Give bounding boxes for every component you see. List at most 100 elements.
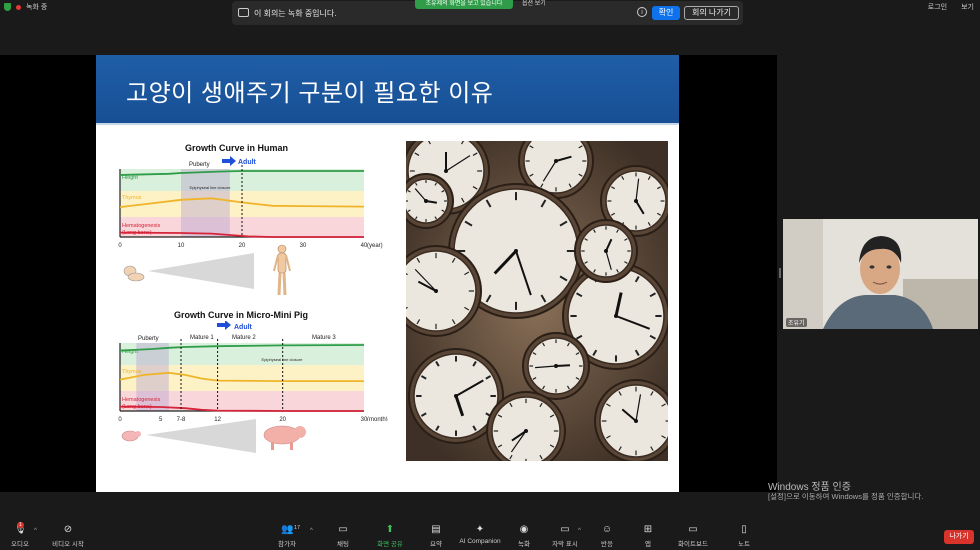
login-button[interactable]: 로그인: [928, 2, 947, 12]
share-screen-button[interactable]: ⬆ 화면 공유: [365, 524, 415, 548]
recording-dot-icon: [16, 4, 21, 10]
clock-face: [594, 379, 668, 461]
annotation-mature-2: Mature 2: [232, 335, 256, 341]
leave-meeting-button[interactable]: 회의 나가기: [684, 6, 739, 20]
x-axis-label: (month): [367, 417, 388, 421]
clocks-image-svg: [406, 141, 668, 461]
share-screen-icon: ⬆: [385, 524, 395, 535]
leave-button[interactable]: 나가기: [944, 530, 974, 544]
recording-camera-icon: [238, 8, 249, 17]
apps-button[interactable]: ⊞ 앱: [623, 524, 673, 548]
participant-video[interactable]: 조유기: [783, 219, 978, 329]
annotation-mature-1: Mature 1: [190, 335, 214, 341]
summary-button[interactable]: ▤ 요약: [411, 524, 461, 548]
annotation-epiphyseal-line: Epiphyseal line closure: [262, 357, 304, 362]
windows-activation-message: [설정]으로 이동하여 Windows를 정품 인증합니다.: [768, 492, 924, 501]
captions-icon: ▭: [560, 524, 570, 535]
view-options-button[interactable]: 옵션 보기: [522, 0, 546, 8]
clock-hour-hand: [555, 364, 571, 367]
record-icon: ◉: [519, 524, 529, 535]
clock-pin: [554, 364, 558, 368]
reactions-icon: ☺: [601, 524, 613, 535]
whiteboard-button[interactable]: ▭ 화이트보드: [668, 524, 718, 548]
x-tick-label: 30: [300, 243, 307, 249]
clock-pin: [524, 429, 528, 433]
chart-pig: Height Thymus Hematogenesis (Long bone) 0 5 7-…: [114, 321, 404, 421]
presentation-slide: 고양이 생애주기 구분이 필요한 이유 Growth Curve in Huma…: [96, 55, 679, 492]
puberty-shade: [181, 169, 230, 237]
adult-arrow-icon: [217, 321, 231, 330]
header-divider: [96, 123, 679, 125]
annotation-puberty: Puberty: [189, 162, 210, 168]
shield-icon[interactable]: [4, 3, 11, 11]
notes-icon: ▯: [741, 524, 747, 535]
participant-name: 조유기: [786, 318, 807, 327]
notes-button[interactable]: ▯ 노트: [719, 524, 769, 548]
clock-pin: [634, 419, 638, 423]
slide-title: 고양이 생애주기 구분이 필요한 이유: [126, 80, 494, 107]
chart-pig-svg: HeightThymusHematogenesis (Long bone)0 5 7-…: [118, 321, 388, 421]
audio-badge: 1: [17, 522, 24, 528]
clock-face: [574, 219, 638, 283]
clock-pin: [454, 394, 458, 398]
chart-title-pig: Growth Curve in Micro-Mini Pig: [174, 310, 309, 320]
clock-pin: [424, 199, 428, 203]
apps-icon: ⊞: [643, 524, 653, 535]
adult-human-icon: [273, 244, 291, 296]
piglet-icon: [121, 430, 141, 442]
clock-pin: [554, 159, 558, 163]
shared-screen: 고양이 생애주기 구분이 필요한 이유 Growth Curve in Huma…: [0, 55, 777, 492]
series-label-thymus: Thymus: [122, 195, 142, 201]
clock-pin: [514, 249, 518, 253]
series-label-height: Height: [122, 349, 138, 355]
annotation-puberty: Puberty: [138, 336, 159, 342]
audio-options-caret[interactable]: ^: [34, 528, 37, 534]
clock-pin: [634, 199, 638, 203]
chart-title-human: Growth Curve in Human: [185, 143, 289, 153]
series-label-thymus: Thymus: [122, 369, 142, 375]
x-axis-label: (year): [367, 243, 383, 249]
whiteboard-icon: ▭: [688, 524, 698, 535]
clock-pin: [444, 169, 448, 173]
recording-message: 이 회의는 녹화 중입니다.: [254, 9, 337, 18]
clock-face: [522, 332, 590, 400]
captions-options-caret[interactable]: ^: [578, 528, 581, 534]
chat-icon: ▭: [338, 524, 348, 535]
info-icon[interactable]: i: [637, 7, 647, 17]
participants-count: 17: [294, 525, 301, 531]
annotation-adult: Adult: [238, 159, 257, 166]
series-label-height: Height: [122, 175, 138, 181]
meeting-toolbar: 🎙 오디오 ^ ⊘ 비디오 시작 👥 참가자 ^ ▭ 채팅 ⬆ 화면 공유 ▤ …: [0, 520, 980, 550]
start-video-button[interactable]: ⊘ 비디오 시작: [43, 524, 93, 548]
sharing-notice[interactable]: 조유제의 화면을 보고 있습니다: [415, 0, 513, 9]
annotation-epiphyseal-line: Epiphyseal line closure: [190, 185, 232, 190]
clock-pin: [614, 314, 618, 318]
participants-button[interactable]: 👥 참가자: [262, 524, 312, 548]
slide-header: 고양이 생애주기 구분이 필요한 이유: [96, 55, 679, 123]
adult-pig-icon: [263, 425, 306, 450]
ok-button[interactable]: 확인: [652, 6, 680, 20]
baby-icon: [123, 265, 145, 282]
view-button[interactable]: 보기: [961, 2, 974, 12]
growth-wedge: [146, 419, 256, 453]
participants-options-caret[interactable]: ^: [310, 528, 313, 534]
clock-pin: [434, 289, 438, 293]
sparkle-icon: ✦: [475, 524, 485, 535]
recording-label[interactable]: 녹화 중: [26, 2, 47, 12]
height-band: [120, 169, 364, 191]
chart-human-svg: HeightThymusHematogenesis (Long bone)0 10 2…: [118, 156, 383, 249]
chat-button[interactable]: ▭ 채팅: [318, 524, 368, 548]
clock-face: [406, 173, 454, 229]
clock-dial: [406, 250, 477, 332]
summary-icon: ▤: [431, 524, 441, 535]
ai-companion-button[interactable]: ✦ AI Companion: [455, 524, 505, 545]
human-growth-illustration: [123, 253, 254, 289]
chart-human: Height Thymus Hematogenesis (Long bone) 0 10 2…: [114, 155, 404, 255]
annotation-adult: Adult: [234, 324, 253, 331]
clock-pin: [604, 249, 608, 253]
participant-video-frame: [783, 219, 978, 329]
pig-growth-illustration: [121, 419, 306, 453]
panel-resize-handle[interactable]: [779, 268, 781, 278]
participants-icon: 👥: [281, 524, 294, 535]
adult-arrow-icon: [222, 156, 236, 166]
